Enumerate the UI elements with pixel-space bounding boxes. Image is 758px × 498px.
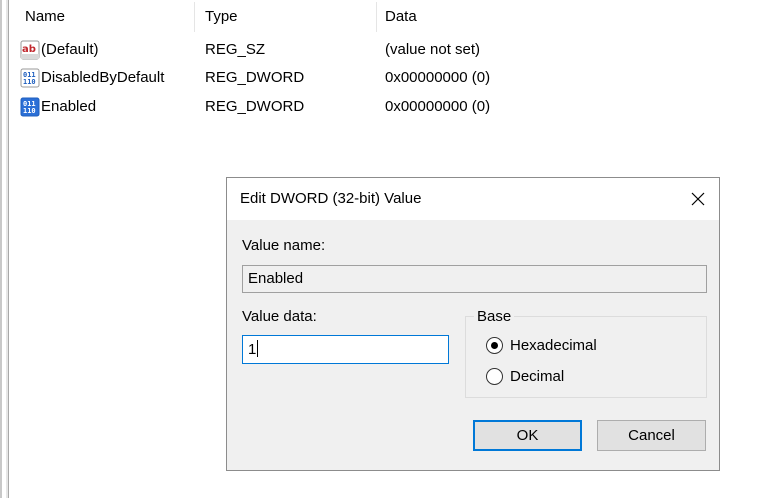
tree-pane-edge <box>0 0 2 498</box>
column-divider[interactable] <box>376 2 377 32</box>
value-row-disabledbydefault[interactable]: 011 110 DisabledByDefault REG_DWORD 0x00… <box>20 67 720 89</box>
base-groupbox <box>465 316 707 398</box>
value-row-enabled[interactable]: 011 110 Enabled REG_DWORD 0x00000000 (0) <box>20 96 720 118</box>
column-header-type[interactable]: Type <box>205 0 238 34</box>
value-type: REG_DWORD <box>205 69 305 86</box>
value-type: REG_SZ <box>205 41 266 58</box>
value-data-label: Value data: <box>242 308 317 325</box>
value-data: (value not set) <box>385 41 481 58</box>
column-header-data[interactable]: Data <box>385 0 417 34</box>
svg-text:110: 110 <box>23 107 36 115</box>
value-data-input[interactable]: 1 <box>242 335 449 364</box>
cancel-button[interactable]: Cancel <box>597 420 706 451</box>
radio-button-selected[interactable] <box>486 337 503 354</box>
column-divider[interactable] <box>194 2 195 32</box>
binary-value-icon: 011 110 <box>20 97 40 117</box>
radio-label-decimal: Decimal <box>510 368 565 385</box>
close-icon <box>691 192 705 206</box>
text-caret <box>257 340 259 357</box>
radio-dot <box>491 342 498 349</box>
radio-button[interactable] <box>486 368 503 385</box>
dialog-title: Edit DWORD (32-bit) Value <box>240 190 422 207</box>
value-name-label: Value name: <box>242 237 326 254</box>
ok-button[interactable]: OK <box>473 420 582 451</box>
close-button[interactable] <box>681 182 715 216</box>
value-data: 0x00000000 (0) <box>385 98 491 115</box>
value-name: (Default) <box>41 41 99 58</box>
dialog-titlebar[interactable]: Edit DWORD (32-bit) Value <box>227 178 719 220</box>
value-name: DisabledByDefault <box>41 69 165 86</box>
svg-text:110: 110 <box>23 78 36 86</box>
value-type: REG_DWORD <box>205 98 305 115</box>
binary-value-icon: 011 110 <box>20 68 40 88</box>
edit-dword-dialog: Edit DWORD (32-bit) Value Value name: En… <box>226 177 720 471</box>
base-label: Base <box>474 308 515 326</box>
registry-editor-window: Name Type Data ab (Default) REG_SZ (valu… <box>0 0 758 498</box>
value-row-default[interactable]: ab (Default) REG_SZ (value not set) <box>20 39 720 61</box>
value-name-field: Enabled <box>242 265 707 293</box>
column-header-name[interactable]: Name <box>25 0 65 34</box>
string-value-icon: ab <box>20 40 40 60</box>
radio-label-hexadecimal: Hexadecimal <box>510 337 597 354</box>
svg-text:ab: ab <box>22 44 36 55</box>
value-data: 0x00000000 (0) <box>385 69 491 86</box>
list-pane-edge <box>8 0 9 498</box>
value-data-text: 1 <box>248 341 257 358</box>
value-name: Enabled <box>41 98 97 115</box>
